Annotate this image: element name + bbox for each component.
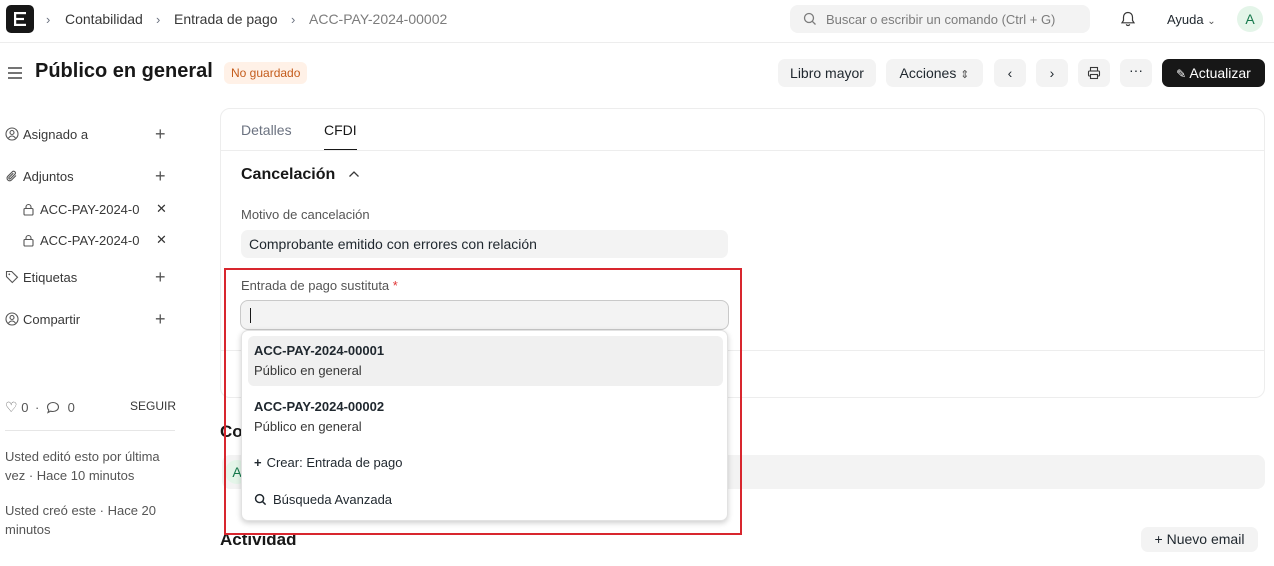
paperclip-icon <box>6 170 17 182</box>
page-title: Público en general <box>35 60 213 82</box>
add-attachment-icon[interactable]: + <box>155 167 166 185</box>
help-menu[interactable]: Ayuda ⌄ <box>1167 12 1216 27</box>
share-label: Compartir <box>23 312 81 327</box>
sidebar-attachments[interactable]: Adjuntos <box>5 169 74 184</box>
update-button[interactable]: ✎ Actualizar <box>1162 59 1265 87</box>
status-badge: No guardado <box>224 62 308 84</box>
attachments-label: Adjuntos <box>23 169 74 184</box>
update-label: Actualizar <box>1189 65 1251 81</box>
chevron-right-icon: › <box>156 12 161 27</box>
remove-attachment-icon[interactable]: ✕ <box>156 201 167 217</box>
assigned-to-label: Asignado a <box>23 127 89 142</box>
sidebar-divider <box>5 430 175 431</box>
chevron-right-icon: › <box>46 12 51 27</box>
created-note: Usted creó este · Hace 20 minutos <box>5 503 157 537</box>
remove-attachment-icon[interactable]: ✕ <box>156 232 167 248</box>
breadcrumb-current-doc[interactable]: ACC-PAY-2024-00002 <box>309 11 447 27</box>
more-options-button[interactable]: ··· <box>1120 59 1152 87</box>
help-label: Ayuda <box>1167 12 1204 27</box>
active-tab-indicator <box>324 149 357 150</box>
likes-comments-row: ♡ 0 · 0 <box>5 399 75 415</box>
chevron-up-icon <box>348 171 359 177</box>
follow-button[interactable]: SEGUIR <box>130 399 176 413</box>
updown-chevron-icon: ⇕ <box>960 69 970 81</box>
share-user-icon <box>5 312 19 326</box>
attachment-filename: ACC-PAY-2024-0 <box>40 233 140 248</box>
user-assign-icon <box>5 127 19 141</box>
heart-icon[interactable]: ♡ <box>5 399 18 415</box>
pencil-icon: ✎ <box>1176 67 1187 81</box>
previous-doc-button[interactable]: ‹ <box>994 59 1026 87</box>
chevron-left-icon: ‹ <box>1007 65 1013 81</box>
printer-icon <box>1087 66 1101 80</box>
chevron-right-icon: › <box>1049 65 1055 81</box>
ledger-button[interactable]: Libro mayor <box>778 59 876 87</box>
search-icon <box>803 12 816 25</box>
cancel-reason-label: Motivo de cancelación <box>241 207 370 222</box>
attachment-item[interactable]: ACC-PAY-2024-0 <box>22 233 150 248</box>
breadcrumb-entrada-de-pago[interactable]: Entrada de pago <box>174 11 278 27</box>
new-email-button[interactable]: + Nuevo email <box>1141 527 1258 552</box>
tabs-border <box>221 150 1264 151</box>
attachment-item[interactable]: ACC-PAY-2024-0 <box>22 202 150 217</box>
actions-label: Acciones <box>899 65 957 81</box>
highlight-annotation-box <box>224 268 742 535</box>
attachment-filename: ACC-PAY-2024-0 <box>40 202 140 217</box>
cancel-reason-field[interactable]: Comprobante emitido con errores con rela… <box>241 230 728 258</box>
tab-cfdi[interactable]: CFDI <box>324 122 357 138</box>
user-avatar[interactable]: A <box>1237 6 1263 32</box>
navbar: › Contabilidad › Entrada de pago › ACC-P… <box>0 0 1274 43</box>
add-share-icon[interactable]: + <box>155 310 166 328</box>
tag-icon <box>5 270 19 284</box>
notification-bell-icon[interactable] <box>1119 10 1137 28</box>
next-doc-button[interactable]: › <box>1036 59 1068 87</box>
erpnext-logo-icon <box>14 12 26 26</box>
likes-count: 0 <box>21 400 29 415</box>
search-placeholder: Buscar o escribir un comando (Ctrl + G) <box>826 12 1056 27</box>
add-assignment-icon[interactable]: + <box>155 125 166 143</box>
add-tag-icon[interactable]: + <box>155 268 166 286</box>
section-cancelacion[interactable]: Cancelación <box>241 166 360 184</box>
lock-icon <box>23 203 34 216</box>
breadcrumb-contabilidad[interactable]: Contabilidad <box>65 11 143 27</box>
sidebar-assigned-to[interactable]: Asignado a <box>5 127 88 142</box>
lock-icon <box>23 234 34 247</box>
actions-button[interactable]: Acciones ⇕ <box>886 59 983 87</box>
sidebar-toggle-icon[interactable] <box>7 66 23 80</box>
tags-label: Etiquetas <box>23 270 78 285</box>
sidebar-tags[interactable]: Etiquetas <box>5 270 77 285</box>
edited-note: Usted editó esto por última vez · Hace 1… <box>5 449 160 483</box>
print-button[interactable] <box>1078 59 1110 87</box>
chevron-right-icon: › <box>291 12 296 27</box>
tab-detalles[interactable]: Detalles <box>241 122 292 138</box>
app-logo[interactable] <box>6 5 34 33</box>
search-bar[interactable]: Buscar o escribir un comando (Ctrl + G) <box>790 5 1090 33</box>
comment-icon[interactable] <box>46 401 60 414</box>
section-title-label: Cancelación <box>241 166 336 183</box>
chevron-down-icon: ⌄ <box>1207 16 1216 27</box>
sidebar-share[interactable]: Compartir <box>5 312 80 327</box>
comments-count: 0 <box>67 400 75 415</box>
